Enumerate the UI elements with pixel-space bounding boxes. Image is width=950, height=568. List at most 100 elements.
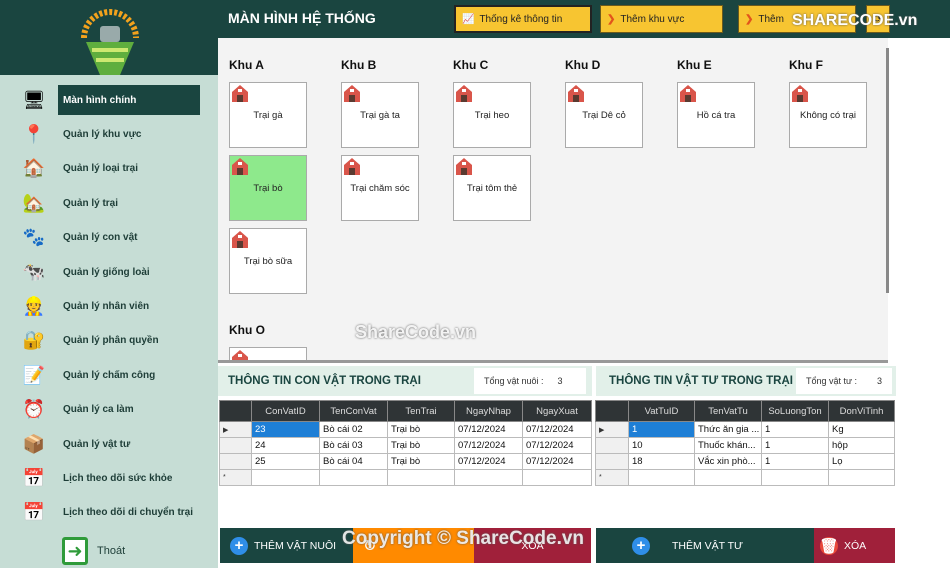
table-cell[interactable]: 07/12/2024 [454, 421, 523, 438]
new-row[interactable]: * [219, 469, 592, 486]
table-cell[interactable]: 1 [761, 453, 829, 470]
table-row[interactable]: 18 Vắc xin phò... 1 Lọ [595, 453, 895, 470]
refresh-icon: ↻ [363, 537, 377, 555]
farmhouse-icon: 🏡 [22, 192, 46, 213]
sidebar-item[interactable]: 📅 Lịch theo dõi di chuyển trại [0, 498, 218, 528]
column-header[interactable]: TenConVat [319, 400, 388, 422]
zone-farm-panel: Khu A Trại gà Trại bò Trại bò sữa Khu B Trại … [218, 38, 888, 360]
farm-card[interactable] [229, 347, 307, 360]
table-cell[interactable]: Kg [828, 421, 895, 438]
table-cell[interactable]: 1 [761, 421, 829, 438]
table-row[interactable]: ▶ 1 Thức ăn gia ... 1 Kg [595, 421, 895, 438]
page-title: MÀN HÌNH HỆ THỐNG [228, 10, 376, 26]
column-header[interactable]: TenTrai [387, 400, 455, 422]
sidebar-item[interactable]: 🔐 Quản lý phân quyền [0, 326, 218, 356]
table-cell[interactable]: 1 [761, 437, 829, 454]
table-cell[interactable]: Bò cái 03 [319, 437, 388, 454]
column-header[interactable]: NgayXuat [522, 400, 592, 422]
table-cell[interactable]: 07/12/2024 [522, 421, 592, 438]
exit-button[interactable]: Thoát [97, 545, 125, 557]
farm-card[interactable]: Trại bò sữa [229, 228, 307, 294]
sidebar-item[interactable]: 📅 Lịch theo dõi sức khỏe [0, 463, 218, 493]
add-farm-button[interactable]: ❯ Thêm [738, 5, 856, 33]
farm-card[interactable]: Trại Dê cỏ [565, 82, 643, 148]
table-cell[interactable]: Trại bò [387, 421, 455, 438]
column-header[interactable]: TenVatTu [694, 400, 762, 422]
column-header[interactable]: SoLuongTon [761, 400, 829, 422]
add-supply-button[interactable]: + THÊM VẬT TƯ [596, 528, 814, 563]
table-cell[interactable]: Lọ [828, 453, 895, 470]
farm-card[interactable]: Trại gà ta [341, 82, 419, 148]
row-header[interactable] [219, 453, 252, 470]
monitor-icon: 🖥 [22, 89, 46, 110]
farm-card[interactable]: Trại bò [229, 155, 307, 221]
new-row[interactable]: * [595, 469, 895, 486]
table-row[interactable]: 10 Thuốc khán... 1 hộp [595, 437, 895, 454]
delete-supply-button[interactable]: 🗑 XÓA [814, 528, 895, 563]
table-row[interactable]: 24 Bò cái 03 Trại bò 07/12/2024 07/12/2024 [219, 437, 592, 454]
farm-card[interactable]: Trại chăm sóc [341, 155, 419, 221]
table-cell[interactable]: Vắc xin phò... [694, 453, 762, 470]
barn-icon [456, 158, 472, 175]
table-cell[interactable]: 25 [251, 453, 320, 470]
table-cell[interactable]: 18 [628, 453, 695, 470]
add-animal-button[interactable]: + THÊM VẬT NUÔI [220, 528, 353, 563]
refresh-button[interactable]: ⟳ [866, 5, 890, 33]
table-cell[interactable]: 07/12/2024 [454, 437, 523, 454]
column-header[interactable]: DonViTinh [828, 400, 895, 422]
farm-card[interactable]: Trại tôm thẻ [453, 155, 531, 221]
table-cell[interactable]: Bò cái 04 [319, 453, 388, 470]
animals-table[interactable]: ConVatID TenConVat TenTrai NgayNhap NgayXuat… [219, 400, 592, 486]
sidebar-item[interactable]: 📍 Quản lý khu vực [0, 119, 218, 149]
barn-icon [456, 85, 472, 102]
animals-section-header: THÔNG TIN CON VẬT TRONG TRẠI Tổng vật nu… [218, 366, 592, 396]
sidebar-item[interactable]: 📦 Quản lý vật tư [0, 429, 218, 459]
table-cell[interactable]: 07/12/2024 [522, 453, 592, 470]
table-row[interactable]: 25 Bò cái 04 Trại bò 07/12/2024 07/12/2024 [219, 453, 592, 470]
exit-icon[interactable]: ➜ [62, 537, 88, 565]
update-animal-button[interactable]: ↻ [353, 528, 474, 563]
sidebar-item[interactable]: 📝 Quản lý chấm công [0, 360, 218, 390]
sidebar-item[interactable]: 👷 Quản lý nhân viên [0, 291, 218, 321]
column-header[interactable]: VatTuID [628, 400, 695, 422]
farm-card[interactable]: Hồ cá tra [677, 82, 755, 148]
barn-icon [344, 85, 360, 102]
sidebar-item[interactable]: 🏡 Quản lý trại [0, 188, 218, 218]
table-cell[interactable]: 1 [628, 421, 695, 438]
sidebar-item[interactable]: ⏰ Quản lý ca làm [0, 395, 218, 425]
column-header[interactable]: ConVatID [251, 400, 320, 422]
table-cell[interactable]: Thuốc khán... [694, 437, 762, 454]
table-cell[interactable]: 07/12/2024 [454, 453, 523, 470]
farm-card[interactable]: Trại gà [229, 82, 307, 148]
table-cell[interactable]: Thức ăn gia ... [694, 421, 762, 438]
table-row[interactable]: ▶ 23 Bò cái 02 Trại bò 07/12/2024 07/12/2024 [219, 421, 592, 438]
sidebar-item[interactable]: 🐾 Quản lý con vật [0, 223, 218, 253]
row-header[interactable] [595, 437, 629, 454]
sidebar-item[interactable]: 🖥 Màn hình chính [0, 85, 218, 115]
farm-name: Trại bò sữa [243, 255, 293, 267]
farm-card[interactable]: Không có trại [789, 82, 867, 148]
row-header[interactable] [595, 453, 629, 470]
statistics-button[interactable]: 📈 Thống kê thông tin [454, 5, 592, 33]
delete-animal-button[interactable]: XÓA [474, 528, 591, 563]
add-zone-button[interactable]: ❯ Thêm khu vực [600, 5, 723, 33]
row-header[interactable]: ▶ [219, 421, 252, 438]
supplies-table[interactable]: VatTuID TenVatTu SoLuongTon DonViTinh ▶ 1 Thức… [595, 400, 895, 486]
sidebar-item[interactable]: 🐄 Quản lý giống loài [0, 257, 218, 287]
table-cell[interactable]: Bò cái 02 [319, 421, 388, 438]
scrollbar[interactable] [886, 48, 889, 293]
table-cell[interactable]: Trại bò [387, 437, 455, 454]
row-header[interactable]: ▶ [595, 421, 629, 438]
column-header[interactable]: NgayNhap [454, 400, 523, 422]
sidebar-item[interactable]: 🏠 Quản lý loại trại [0, 154, 218, 184]
horizontal-scrollbar[interactable] [218, 360, 888, 363]
table-cell[interactable]: Trại bò [387, 453, 455, 470]
farm-card[interactable]: Trại heo [453, 82, 531, 148]
table-cell[interactable]: 10 [628, 437, 695, 454]
location-pin-icon: 📍 [22, 123, 46, 144]
table-cell[interactable]: 23 [251, 421, 320, 438]
table-cell[interactable]: 07/12/2024 [522, 437, 592, 454]
table-cell[interactable]: hộp [828, 437, 895, 454]
table-cell[interactable]: 24 [251, 437, 320, 454]
row-header[interactable] [219, 437, 252, 454]
